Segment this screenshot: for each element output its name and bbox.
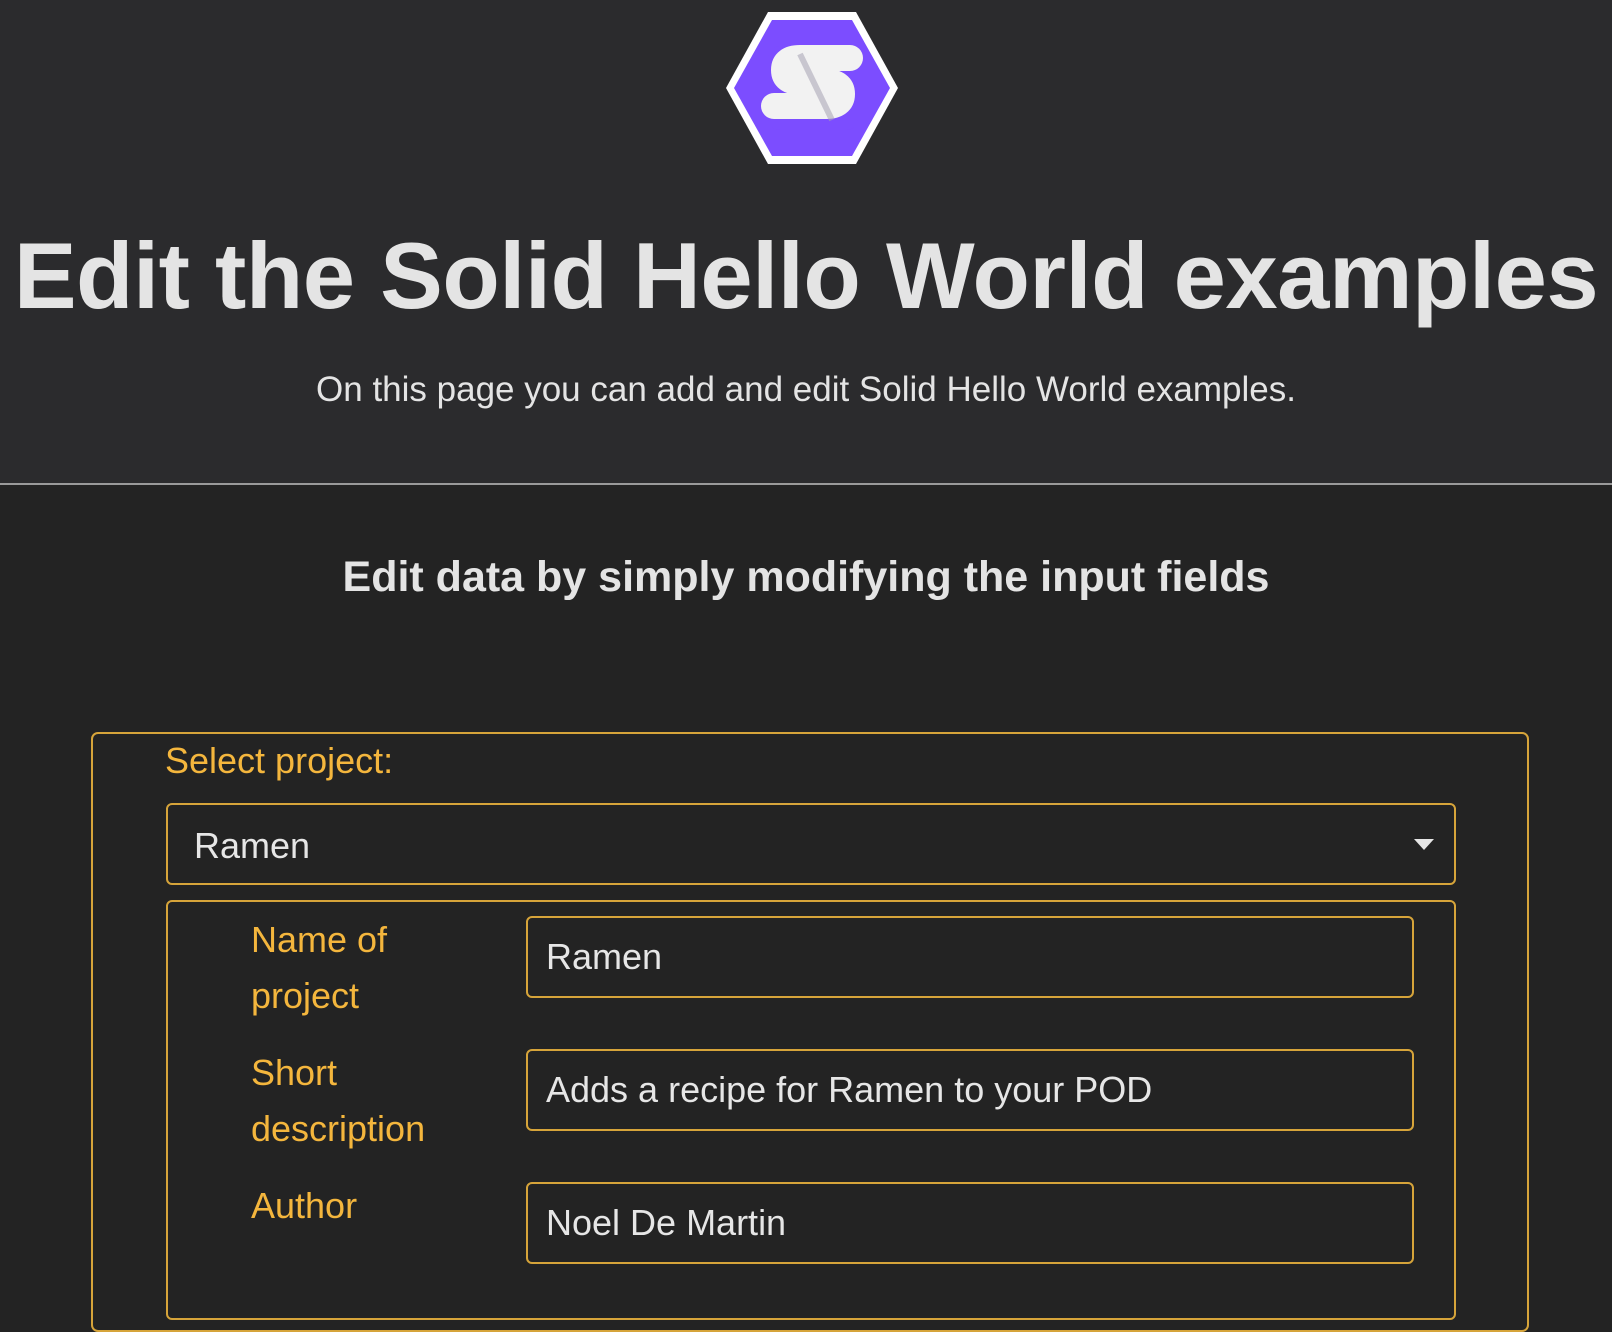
- short-description-input[interactable]: [526, 1049, 1414, 1131]
- section-heading: Edit data by simply modifying the input …: [342, 553, 1270, 601]
- author-input[interactable]: [526, 1182, 1414, 1264]
- project-select-value: Ramen: [194, 825, 311, 866]
- page-header: Edit the Solid Hello World examples On t…: [0, 0, 1612, 485]
- chevron-down-icon[interactable]: [1414, 839, 1434, 850]
- author-label: Author: [251, 1185, 358, 1226]
- name-of-project-input[interactable]: [526, 916, 1414, 998]
- short-description-label: Short description: [251, 1052, 426, 1149]
- name-of-project-label: Name of project: [251, 919, 388, 1016]
- project-select[interactable]: Ramen: [166, 803, 1456, 885]
- page-title: Edit the Solid Hello World examples: [13, 223, 1599, 328]
- select-project-label: Select project:: [165, 740, 394, 781]
- page-subtitle: On this page you can add and edit Solid …: [316, 370, 1296, 409]
- solid-logo-icon: [726, 12, 898, 164]
